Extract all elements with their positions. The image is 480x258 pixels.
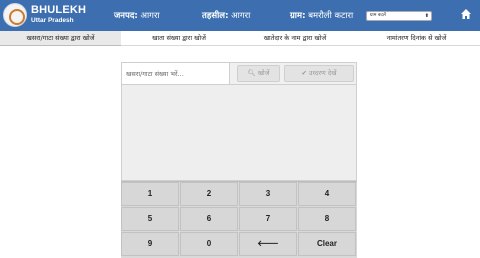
search-button-label: खोजें bbox=[257, 69, 270, 77]
tab-khata-search[interactable]: खाता संख्या द्वारा खोजें bbox=[121, 31, 237, 46]
key-2[interactable]: 2 bbox=[180, 182, 238, 206]
clear-key[interactable]: Clear bbox=[298, 232, 356, 256]
village-change-select[interactable]: ग्राम बदलें ⬍ bbox=[366, 11, 432, 21]
key-7[interactable]: 7 bbox=[239, 207, 297, 231]
header-bar: BHULEKH Uttar Pradesh जनपद: आगरा तहसील: … bbox=[0, 0, 480, 31]
village-value: बमरौली कटारा bbox=[308, 11, 354, 21]
district-field: जनपद: आगरा bbox=[114, 10, 160, 21]
numeric-keypad: 1 2 3 4 5 6 7 8 9 0 🡐 Clear bbox=[121, 181, 357, 258]
key-5[interactable]: 5 bbox=[121, 207, 179, 231]
key-6[interactable]: 6 bbox=[180, 207, 238, 231]
up-emblem-logo bbox=[3, 3, 27, 27]
tab-mutation-date-search[interactable]: नामांतरण दिनांक से खोजें bbox=[353, 31, 480, 46]
brand-title: BHULEKH bbox=[31, 4, 87, 16]
key-8[interactable]: 8 bbox=[298, 207, 356, 231]
tab-owner-name-search[interactable]: खातेदार के नाम द्वारा खोजें bbox=[237, 31, 353, 46]
key-9[interactable]: 9 bbox=[121, 232, 179, 256]
key-0[interactable]: 0 bbox=[180, 232, 238, 256]
village-select-value: ग्राम बदलें bbox=[370, 13, 386, 18]
search-icon: 🔍︎ bbox=[247, 69, 256, 77]
village-label: ग्राम: bbox=[290, 11, 306, 21]
home-icon[interactable] bbox=[460, 8, 472, 20]
search-mode-tabs: खसरा/गाटा संख्या द्वारा खोजें खाता संख्य… bbox=[0, 31, 480, 46]
district-label: जनपद: bbox=[114, 11, 138, 21]
search-bar: 🔍︎खोजें ✔उध्दरण देखें bbox=[121, 62, 357, 85]
search-button[interactable]: 🔍︎ खोजें bbox=[237, 65, 280, 82]
brand-subtitle: Uttar Pradesh bbox=[31, 17, 74, 24]
backspace-key-icon[interactable]: 🡐 bbox=[239, 232, 297, 256]
key-3[interactable]: 3 bbox=[239, 182, 297, 206]
check-icon: ✔ bbox=[301, 69, 307, 77]
khasra-search-input[interactable] bbox=[122, 63, 230, 84]
tehsil-value: आगरा bbox=[231, 11, 251, 21]
results-list bbox=[121, 85, 357, 181]
view-extract-button[interactable]: ✔ उध्दरण देखें bbox=[284, 65, 354, 82]
select-caret-icon: ⬍ bbox=[424, 13, 429, 19]
tehsil-label: तहसील: bbox=[202, 11, 229, 21]
view-extract-label: उध्दरण देखें bbox=[308, 69, 337, 77]
tab-khasra-search[interactable]: खसरा/गाटा संख्या द्वारा खोजें bbox=[0, 31, 121, 46]
tehsil-field: तहसील: आगरा bbox=[202, 10, 250, 21]
district-value: आगरा bbox=[140, 11, 160, 21]
village-field: ग्राम: बमरौली कटारा bbox=[290, 10, 353, 21]
key-4[interactable]: 4 bbox=[298, 182, 356, 206]
key-1[interactable]: 1 bbox=[121, 182, 179, 206]
